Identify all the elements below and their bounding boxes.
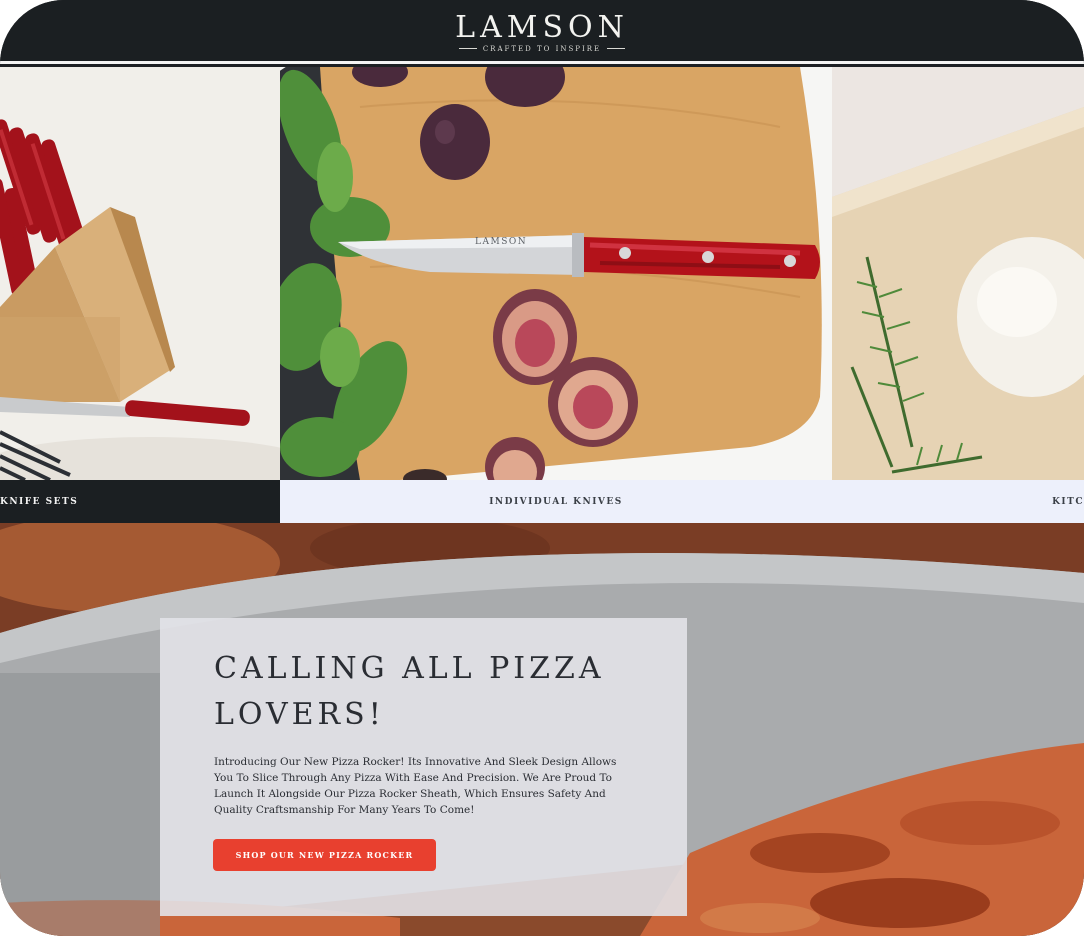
brand-logo[interactable]: LAMSON <box>455 12 629 43</box>
pizza-rocker-hero: CALLING ALL PIZZA LOVERS! Introducing Ou… <box>0 523 1084 936</box>
promo-title: CALLING ALL PIZZA LOVERS! <box>214 651 605 732</box>
category-tile-kitchen[interactable]: KITC <box>832 67 1084 523</box>
paring-knife-figs-image: LAMSON <box>280 67 832 480</box>
brand-tagline: CRAFTED TO INSPIRE <box>482 44 602 53</box>
category-label: INDIVIDUAL KNIVES <box>280 480 832 523</box>
tagline-rule-left <box>458 48 477 49</box>
category-tiles: KNIFE SETS LAMSON INDIVIDUAL KNIVES KITC <box>0 67 1084 523</box>
category-tile-individual-knives[interactable]: LAMSON INDIVIDUAL KNIVES <box>280 67 832 523</box>
brand-tagline-row: CRAFTED TO INSPIRE <box>458 44 626 53</box>
category-label: KNIFE SETS <box>0 480 280 523</box>
tagline-rule-right <box>607 48 626 49</box>
site-header: LAMSON CRAFTED TO INSPIRE <box>0 0 1084 64</box>
dough-rosemary-image <box>832 67 1084 480</box>
category-label: KITC <box>832 480 1084 523</box>
shop-pizza-rocker-button[interactable]: SHOP OUR NEW PIZZA ROCKER <box>213 839 436 871</box>
promo-card: CALLING ALL PIZZA LOVERS! Introducing Ou… <box>160 618 687 916</box>
blade-engraving-text: LAMSON <box>475 237 527 247</box>
category-tile-knife-sets[interactable]: KNIFE SETS <box>0 67 280 523</box>
promo-description: Introducing Our New Pizza Rocker! Its In… <box>214 756 617 816</box>
page-frame: LAMSON CRAFTED TO INSPIRE KNIFE SETS LAM… <box>0 0 1084 936</box>
knife-block-image <box>0 67 280 480</box>
